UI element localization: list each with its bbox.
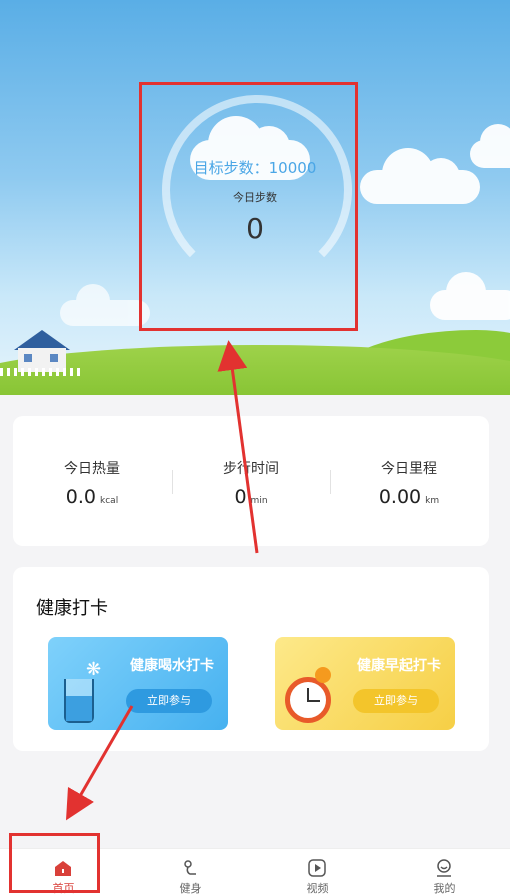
health-checkin-card: 健康打卡 ❋ 健康喝水打卡 立即参与 健康早起打卡 立即参与 — [13, 567, 489, 751]
annotation-box-home-tab — [9, 833, 100, 893]
house-illustration — [0, 330, 70, 372]
profile-icon — [437, 859, 451, 877]
stat-calories: 今日热量 0.0 kcal — [17, 458, 167, 508]
section-title: 健康打卡 — [36, 598, 108, 619]
water-glass-icon — [64, 679, 94, 723]
divider — [172, 470, 173, 494]
tab-label: 我的 — [433, 882, 456, 895]
early-rise-checkin-tile[interactable]: 健康早起打卡 立即参与 — [275, 637, 455, 730]
annotation-box-step-ring — [139, 82, 358, 331]
stat-value: 0 — [234, 486, 247, 508]
video-play-icon — [308, 859, 326, 877]
tile-title: 健康早起打卡 — [357, 658, 441, 674]
cloud — [430, 272, 510, 320]
fence — [0, 368, 80, 376]
splash-icon: ❋ — [86, 659, 102, 680]
tab-label: 视频 — [306, 882, 329, 895]
tab-label: 健身 — [179, 882, 202, 895]
stat-unit: kcal — [100, 496, 119, 506]
stat-value: 0.00 — [378, 486, 422, 508]
divider — [330, 470, 331, 494]
stat-label: 今日热量 — [64, 461, 120, 477]
bell-icon — [315, 667, 331, 683]
stat-value: 0.0 — [65, 486, 97, 508]
tab-fitness[interactable]: 健身 — [127, 849, 254, 896]
stat-label: 步行时间 — [223, 461, 279, 477]
fitness-icon — [184, 860, 196, 875]
join-button[interactable]: 立即参与 — [126, 689, 212, 713]
tab-profile[interactable]: 我的 — [381, 849, 508, 896]
tab-video[interactable]: 视频 — [254, 849, 381, 896]
tile-title: 健康喝水打卡 — [130, 658, 214, 674]
stat-unit: min — [250, 496, 268, 506]
alarm-clock-icon — [285, 677, 331, 723]
water-checkin-tile[interactable]: ❋ 健康喝水打卡 立即参与 — [48, 637, 228, 730]
stat-walk-time: 步行时间 0 min — [176, 458, 326, 508]
daily-stats-card: 今日热量 0.0 kcal 步行时间 0 min 今日里程 0.00 km — [13, 416, 489, 546]
stat-label: 今日里程 — [381, 461, 437, 477]
stat-unit: km — [425, 496, 440, 506]
join-button[interactable]: 立即参与 — [353, 689, 439, 713]
cloud — [60, 284, 150, 326]
stat-distance: 今日里程 0.00 km — [334, 458, 484, 508]
